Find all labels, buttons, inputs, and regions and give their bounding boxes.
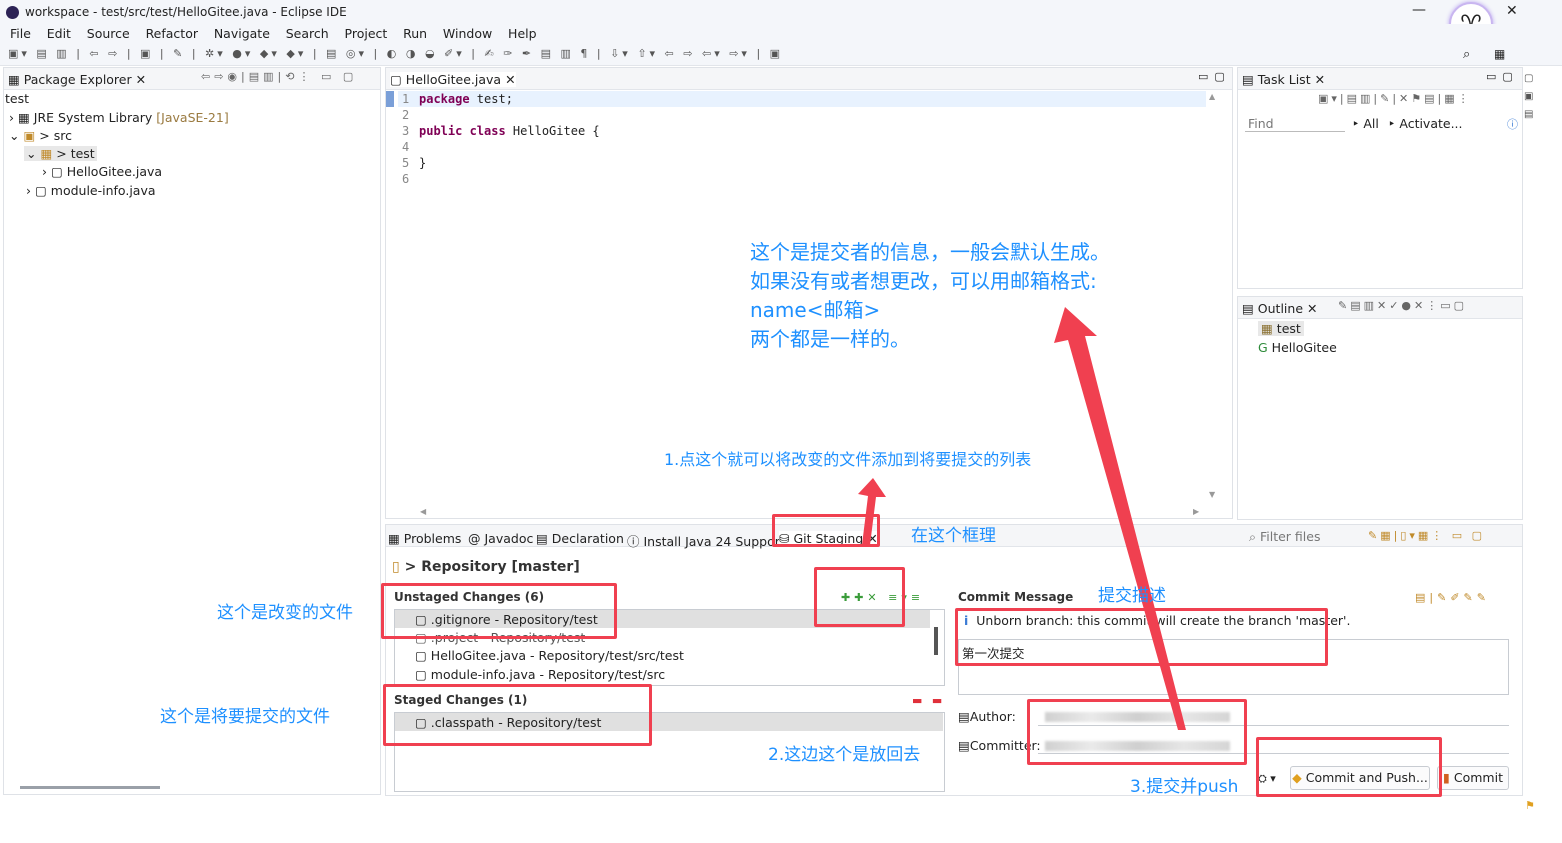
annotation-committer-info-2: 如果没有或者想更改，可以用邮箱格式: bbox=[750, 269, 1097, 293]
annotation-committer-info-1: 这个是提交者的信息，一般会默认生成。 bbox=[750, 240, 1110, 264]
annotation-step2: 2.这边这个是放回去 bbox=[768, 745, 921, 765]
annotation-committer-info-4: 两个都是一样的。 bbox=[750, 327, 910, 351]
annotation-commit-desc: 提交描述 bbox=[1098, 586, 1166, 606]
annotation-in-this-box: 在这个框理 bbox=[911, 526, 996, 546]
annotation-step3: 3.提交并push bbox=[1130, 777, 1239, 797]
arrow-to-stage-buttons bbox=[858, 478, 886, 545]
arrow-to-committer-info bbox=[1054, 307, 1186, 730]
annotation-step1: 1.点这个就可以将改变的文件添加到将要提交的列表 bbox=[664, 450, 1032, 469]
annotation-committer-info-3: name<邮箱> bbox=[750, 298, 881, 322]
annotation-files-to-commit: 这个是将要提交的文件 bbox=[160, 707, 330, 727]
annotation-changed-files: 这个是改变的文件 bbox=[217, 603, 353, 623]
